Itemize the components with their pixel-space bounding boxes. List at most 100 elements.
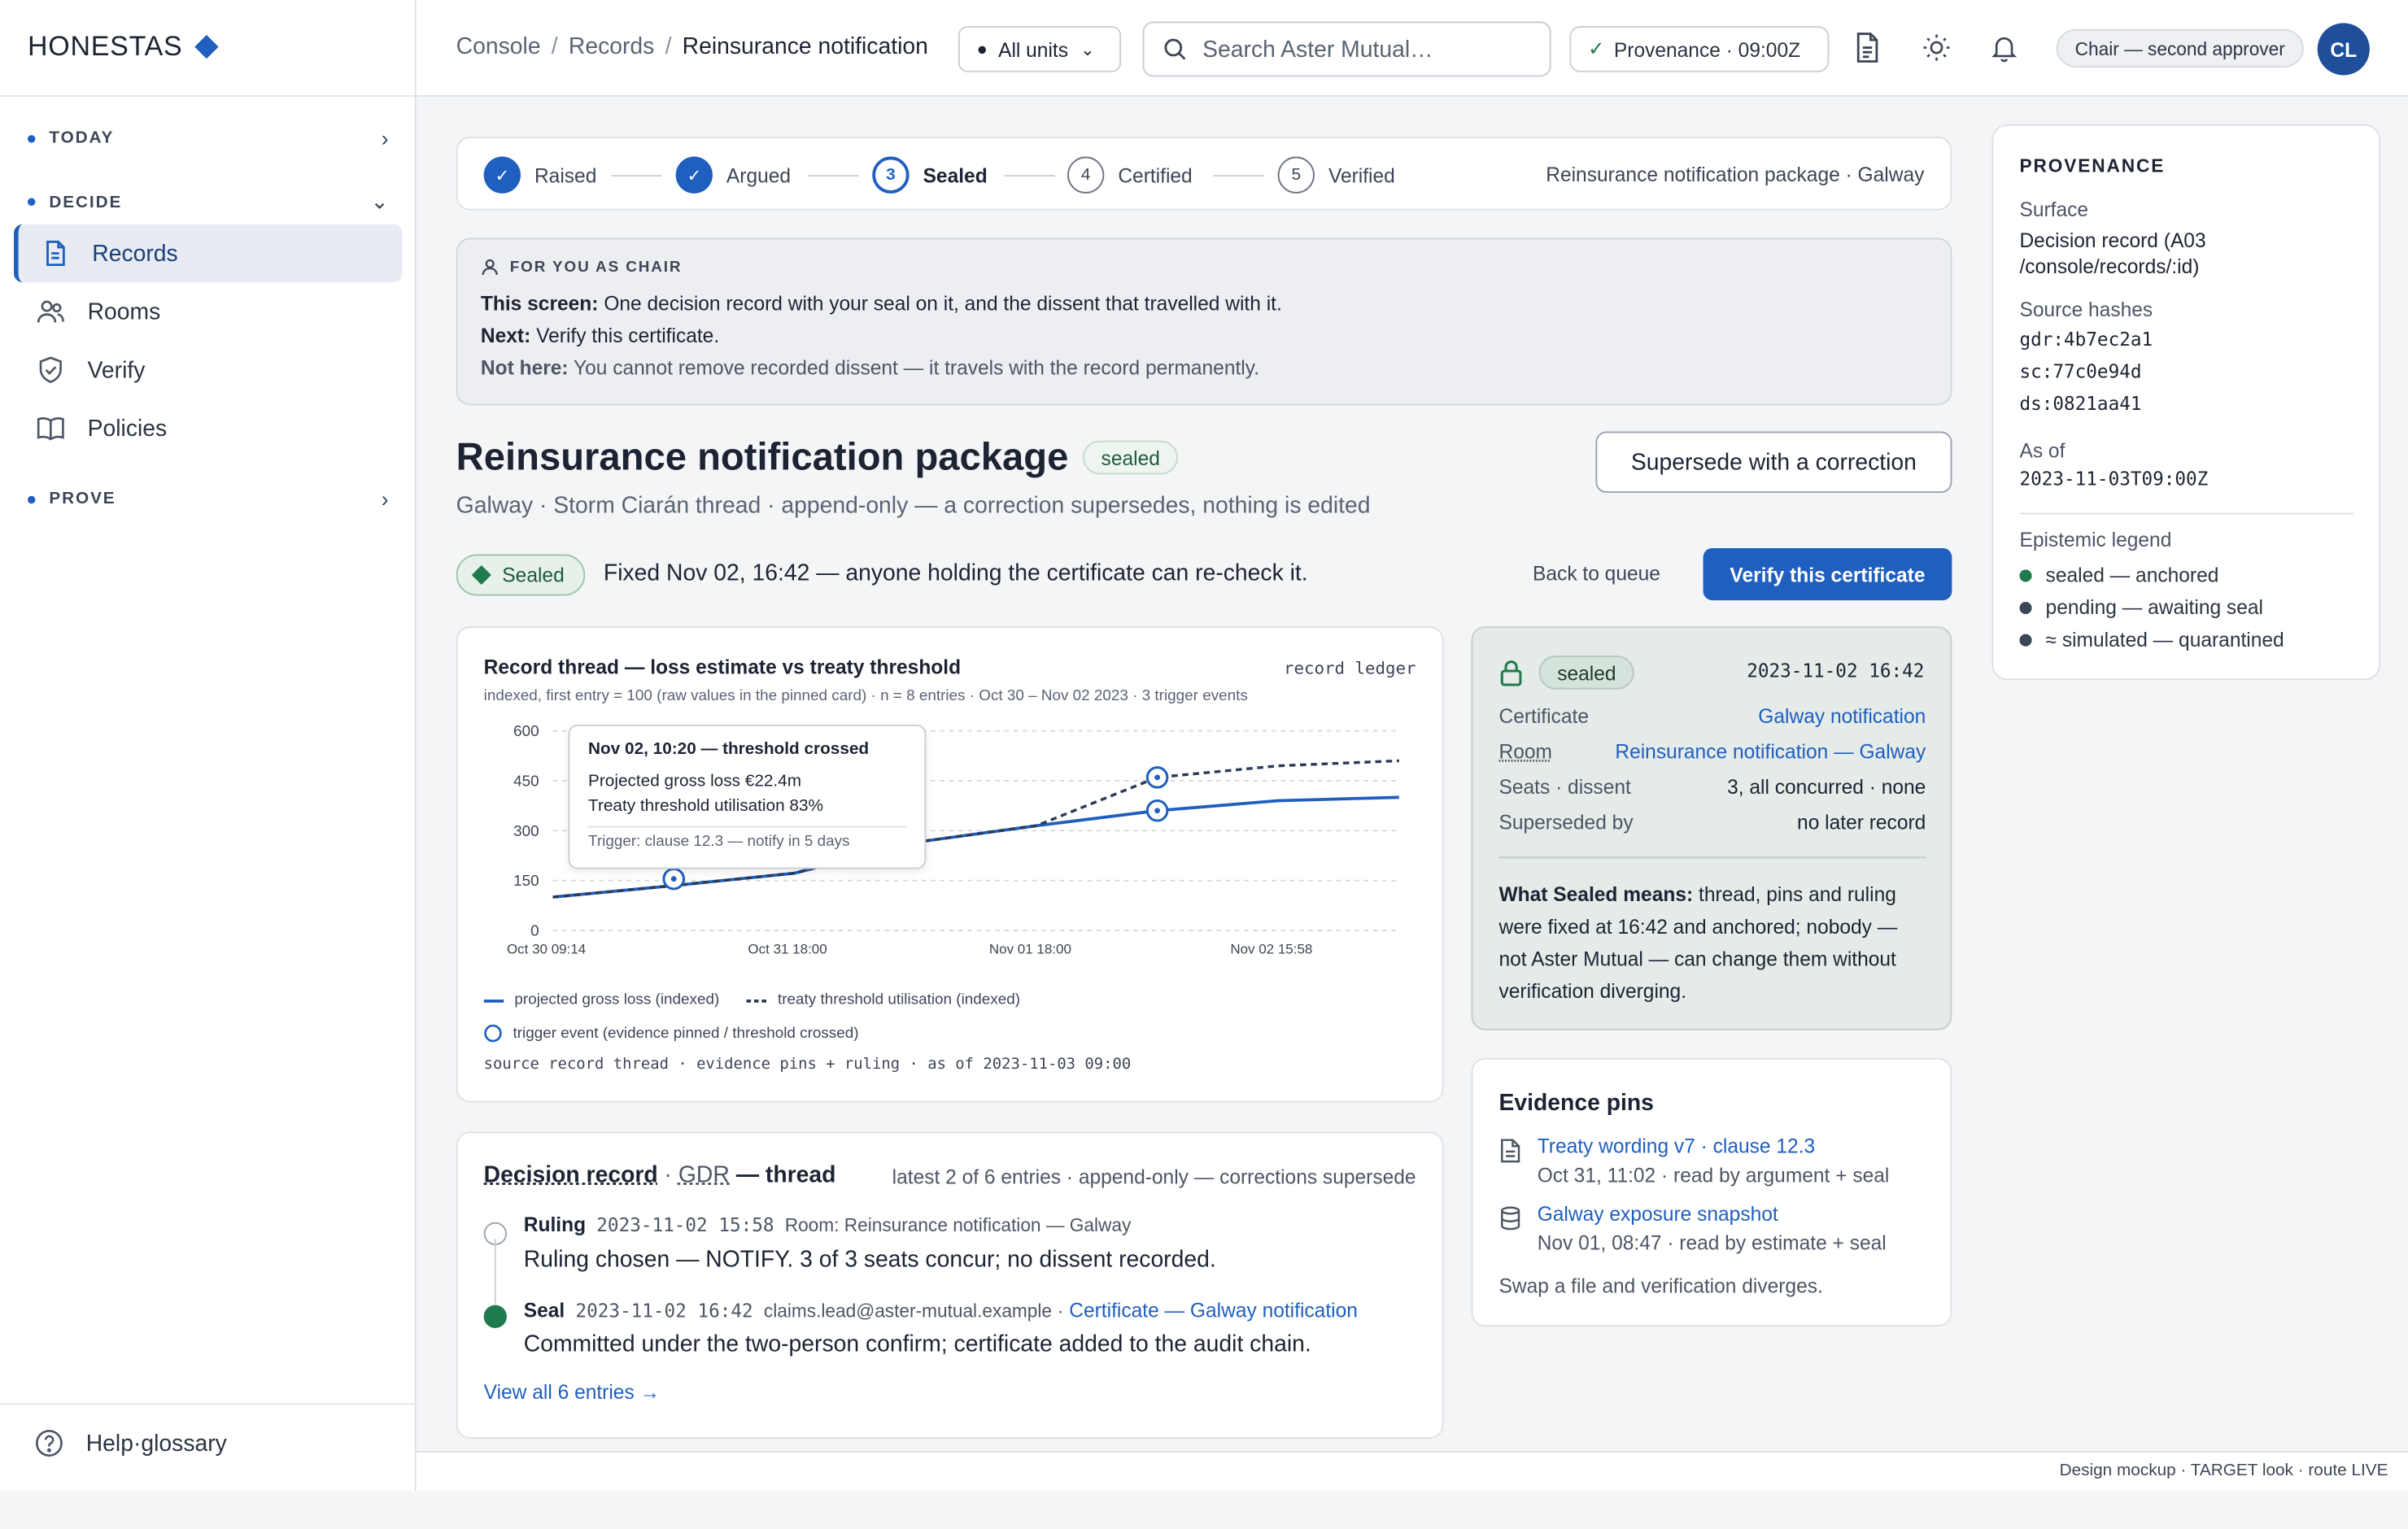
evidence-heading: Evidence pins [1498, 1090, 1654, 1117]
step-verified[interactable]: 5 Verified [1277, 156, 1395, 194]
sidebar-item-records[interactable]: Records [13, 224, 403, 283]
step-certified[interactable]: 4 Certified [1067, 156, 1193, 194]
trigger-marker-dot [1154, 774, 1160, 781]
people-icon [37, 300, 64, 323]
back-to-queue-link[interactable]: Back to queue [1533, 562, 1660, 585]
x-tick-label: Nov 02 15:58 [1230, 941, 1312, 956]
avatar[interactable]: CL [2317, 23, 2370, 76]
legend-item-sealed: sealed — anchored [2019, 564, 2218, 586]
section-prove[interactable]: PROVE › [27, 486, 390, 512]
user-icon [482, 259, 498, 276]
tooltip-line: Projected gross loss €22.4m [588, 772, 802, 791]
evidence-title[interactable]: Treaty wording v7 · clause 12.3 [1538, 1135, 1890, 1157]
role-badge[interactable]: Chair — second approver [2056, 28, 2304, 68]
search-placeholder: Search Aster Mutual… [1202, 36, 1433, 63]
provenance-status[interactable]: ✓ Provenance · 09:00Z [1569, 26, 1830, 72]
verify-certificate-button[interactable]: Verify this certificate [1703, 547, 1952, 601]
breadcrumb-console[interactable]: Console [456, 34, 541, 60]
search-input[interactable]: Search Aster Mutual… [1142, 21, 1551, 77]
chevron-right-icon: › [381, 486, 390, 512]
progress-stepper: ✓ Raised ✓ Argued 3 Sealed 4 Certified 5 Veri… [456, 137, 1952, 211]
section-today[interactable]: TODAY › [27, 126, 390, 150]
divider [2019, 512, 2354, 515]
sealed-dot-icon [483, 1305, 507, 1328]
step-raised[interactable]: ✓ Raised [483, 156, 596, 194]
document-icon[interactable] [1852, 31, 1883, 65]
decision-record-card: Decision record · GDR — thread latest 2 … [456, 1131, 1444, 1439]
step-connector [611, 175, 662, 177]
guidance-value: One decision record with your seal on it… [604, 291, 1282, 315]
units-dropdown[interactable]: All units ⌄ [958, 26, 1122, 72]
decision-heading-title: Decision record [483, 1162, 658, 1189]
dot-icon [27, 494, 36, 503]
page-title: Reinsurance notification package [456, 436, 1069, 479]
sidebar-item-label: Policies [87, 415, 168, 442]
divider [0, 95, 415, 97]
check-icon: ✓ [1587, 37, 1605, 60]
certificate-link[interactable]: Certificate — Galway notification [1069, 1299, 1358, 1322]
section-label: DECIDE [49, 192, 123, 211]
view-all-entries-link[interactable]: View all 6 entries → [484, 1380, 660, 1403]
timeline-entry-seal: Seal 2023-11-02 16:42 claims.lead@aster-mu… [483, 1299, 1406, 1375]
database-icon [1501, 1206, 1520, 1231]
source-hashes-label: Source hashes [2019, 298, 2153, 321]
tooltip-heading: Nov 02, 10:20 — threshold crossed [588, 739, 870, 759]
simulated-dot-icon [2019, 633, 2032, 646]
step-argued[interactable]: ✓ Argued [675, 156, 791, 194]
sidebar-item-policies[interactable]: Policies [14, 399, 403, 458]
entry-header: Seal 2023-11-02 16:42 claims.lead@aster-mu… [523, 1299, 1358, 1322]
sidebar-item-verify[interactable]: Verify [14, 341, 403, 399]
evidence-meta: Nov 01, 08:47 · read by estimate + seal [1537, 1231, 1887, 1255]
step-connector [1213, 175, 1264, 177]
seal-row-key: Room [1498, 739, 1552, 764]
step-connector [807, 175, 859, 177]
evidence-item[interactable]: Galway exposure snapshot Nov 01, 08:47 · … [1498, 1202, 1887, 1255]
breadcrumb-records[interactable]: Records [569, 34, 654, 60]
stepper-context: Reinsurance notification package · Galwa… [1546, 163, 1925, 186]
seal-row-key: Seats · dissent [1498, 775, 1631, 799]
source-hash: sc:77c0e94d [2019, 360, 2142, 383]
seal-row-superseded: Superseded by no later record [1498, 811, 1926, 834]
step-sealed[interactable]: 3 Sealed [872, 156, 988, 194]
seal-badge: sealed [1538, 656, 1635, 690]
footer: Design mockup · TARGET look · route LIVE [416, 1450, 2408, 1492]
brand-logo[interactable]: HONESTAS [28, 31, 219, 63]
x-tick-label: Oct 31 18:00 [748, 941, 827, 956]
legend-item-label: sealed — anchored [2045, 563, 2219, 587]
entry-kind: Seal [523, 1299, 565, 1322]
entry-author: claims.lead@aster-mutual.example [763, 1300, 1053, 1322]
trigger-marker-dot [670, 876, 677, 882]
guidance-screen: This screen: One decision record with yo… [481, 287, 1927, 320]
evidence-item[interactable]: Treaty wording v7 · clause 12.3 Oct 31, 1… [1498, 1135, 1889, 1187]
entry-timestamp: 2023-11-02 15:58 [596, 1214, 774, 1236]
y-tick-label: 600 [513, 722, 539, 739]
y-tick-label: 450 [513, 773, 539, 790]
theme-sun-icon[interactable] [1922, 31, 1952, 65]
sidebar-item-label: Rooms [87, 298, 161, 325]
sidebar-item-rooms[interactable]: Rooms [14, 282, 403, 341]
bell-icon[interactable] [1989, 31, 2020, 65]
entry-room: Room: Reinsurance notification — Galway [784, 1214, 1132, 1236]
seal-row-key: Certificate [1498, 704, 1589, 728]
topbar: Console / Records / Reinsurance notification… [416, 0, 2408, 97]
step-label: Verified [1328, 163, 1395, 187]
decision-heading-gdr: GDR [678, 1162, 730, 1189]
footer-text: Design mockup · TARGET look · route LIVE [2059, 1461, 2388, 1480]
entry-kind: Ruling [523, 1213, 587, 1236]
provenance-heading: PROVENANCE [2019, 155, 2166, 177]
guidance-heading-text: FOR YOU AS CHAIR [509, 259, 683, 276]
page-subtitle: Galway · Storm Ciarán thread · append-on… [456, 492, 1371, 520]
room-link[interactable]: Reinsurance notification — Galway [1615, 740, 1926, 763]
legend-item-label: pending — awaiting seal [2045, 595, 2263, 619]
step-label: Certified [1118, 163, 1193, 187]
sealed-meaning: What Sealed means: thread, pins and ruli… [1498, 878, 1929, 1008]
guidance-key: Next: [480, 324, 531, 347]
help-glossary-link[interactable]: Help·glossary [34, 1428, 227, 1459]
chart-legend: projected gross loss (indexed) treaty th… [483, 992, 1020, 1008]
section-decide[interactable]: DECIDE ⌄ [27, 189, 390, 215]
supersede-button[interactable]: Supersede with a correction [1595, 431, 1952, 493]
seal-timestamp: 2023-11-02 16:42 [1747, 660, 1925, 682]
certificate-link[interactable]: Galway notification [1758, 705, 1926, 728]
evidence-title[interactable]: Galway exposure snapshot [1538, 1202, 1887, 1225]
provenance-label: Provenance · 09:00Z [1613, 37, 1801, 61]
